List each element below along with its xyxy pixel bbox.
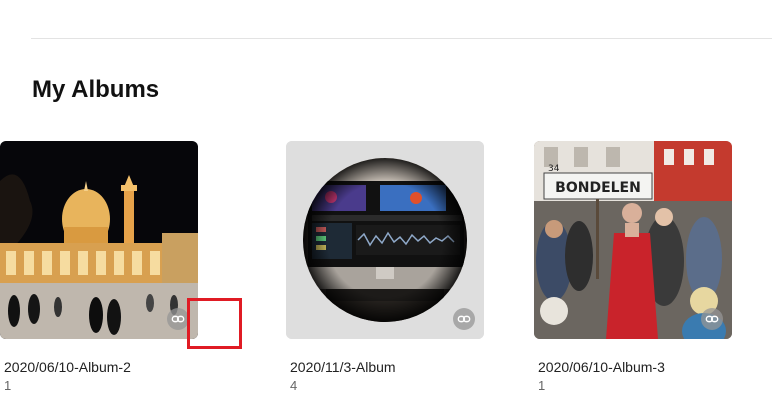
share-link-button[interactable] <box>167 308 189 330</box>
street-parade-photo: 34 BONDELEN <box>534 141 732 339</box>
album-card[interactable]: 2020/11/3-Album 4 <box>286 141 484 393</box>
album-thumbnail[interactable]: 34 BONDELEN <box>534 141 732 339</box>
desk-computer-photo <box>286 141 484 339</box>
link-icon <box>171 315 185 323</box>
link-icon <box>457 315 471 323</box>
highlight-box <box>187 298 242 349</box>
sign-text: BONDELEN <box>555 180 641 196</box>
section-title: My Albums <box>32 76 160 103</box>
share-link-button[interactable] <box>701 308 723 330</box>
album-thumbnail[interactable] <box>286 141 484 339</box>
album-name[interactable]: 2020/06/10-Album-3 <box>538 359 665 375</box>
album-card[interactable]: 2020/06/10-Album-2 1 <box>0 141 198 393</box>
album-count: 4 <box>290 378 298 393</box>
album-name[interactable]: 2020/11/3-Album <box>290 359 396 375</box>
share-link-button[interactable] <box>453 308 475 330</box>
sign-number: 34 <box>548 164 560 174</box>
album-card[interactable]: 34 BONDELEN 2020/06/10-Album-3 1 <box>534 141 732 393</box>
album-name[interactable]: 2020/06/10-Album-2 <box>4 359 131 375</box>
album-thumbnail[interactable] <box>0 141 198 339</box>
album-count: 1 <box>538 378 546 393</box>
mosque-night-photo <box>0 141 198 339</box>
top-divider <box>31 38 772 39</box>
album-count: 1 <box>4 378 12 393</box>
link-icon <box>705 315 719 323</box>
